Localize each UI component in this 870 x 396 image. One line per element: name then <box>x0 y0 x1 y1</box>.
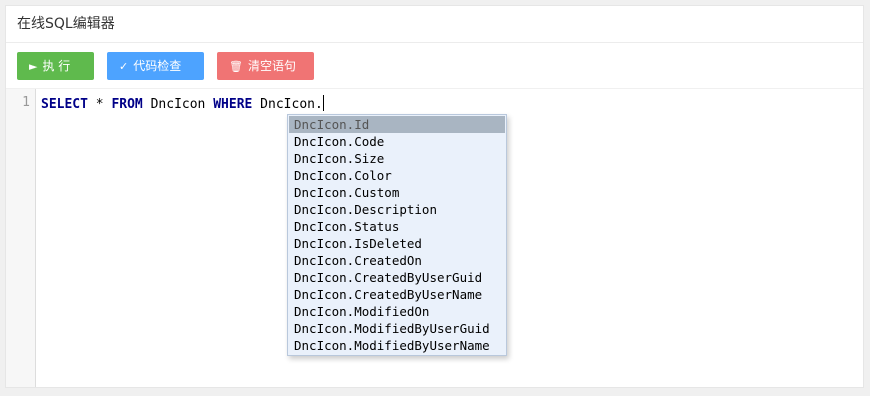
keyword-select: SELECT <box>41 97 88 112</box>
toolbar: ► 执 行 ✓ 代码检查 🗑 清空语句 <box>6 43 863 89</box>
code-check-button-label: 代码检查 <box>133 59 182 73</box>
autocomplete-item[interactable]: DncIcon.Id <box>289 116 505 133</box>
autocomplete-item[interactable]: DncIcon.Description <box>289 201 505 218</box>
play-icon: ► <box>29 60 38 73</box>
token-table: DncIcon <box>142 97 214 112</box>
keyword-from: FROM <box>111 97 143 112</box>
autocomplete-dropdown[interactable]: DncIcon.Id DncIcon.Code DncIcon.Size DncIco… <box>287 114 507 356</box>
panel-title: 在线SQL编辑器 <box>6 6 863 43</box>
autocomplete-item[interactable]: DncIcon.ModifiedByUserName <box>289 337 505 354</box>
trash-icon: 🗑 <box>229 60 243 73</box>
autocomplete-item[interactable]: DncIcon.CreatedOn <box>289 252 505 269</box>
token-star: * <box>87 97 112 112</box>
autocomplete-item[interactable]: DncIcon.Code <box>289 133 505 150</box>
autocomplete-item[interactable]: DncIcon.Custom <box>289 184 505 201</box>
autocomplete-item[interactable]: DncIcon.ModifiedByUserGuid <box>289 320 505 337</box>
autocomplete-item[interactable]: DncIcon.ModifiedOn <box>289 303 505 320</box>
text-cursor <box>322 95 324 111</box>
keyword-where: WHERE <box>213 97 253 112</box>
autocomplete-item[interactable]: DncIcon.IsDeleted <box>289 235 505 252</box>
code-check-button[interactable]: ✓ 代码检查 <box>107 52 204 80</box>
run-button[interactable]: ► 执 行 <box>17 52 94 80</box>
check-icon: ✓ <box>119 60 129 73</box>
run-button-label: 执 行 <box>42 59 71 73</box>
line-number-gutter: 1 <box>6 89 36 387</box>
clear-statement-button-label: 清空语句 <box>247 59 296 73</box>
autocomplete-item[interactable]: DncIcon.Status <box>289 218 505 235</box>
code-line[interactable]: SELECT * FROM DncIcon WHERE DncIcon. <box>41 95 324 112</box>
line-number: 1 <box>22 95 30 110</box>
token-typed: DncIcon. <box>252 97 323 112</box>
autocomplete-item[interactable]: DncIcon.Size <box>289 150 505 167</box>
autocomplete-item[interactable]: DncIcon.Color <box>289 167 505 184</box>
autocomplete-item[interactable]: DncIcon.CreatedByUserGuid <box>289 269 505 286</box>
autocomplete-item[interactable]: DncIcon.CreatedByUserName <box>289 286 505 303</box>
clear-statement-button[interactable]: 🗑 清空语句 <box>217 52 314 80</box>
